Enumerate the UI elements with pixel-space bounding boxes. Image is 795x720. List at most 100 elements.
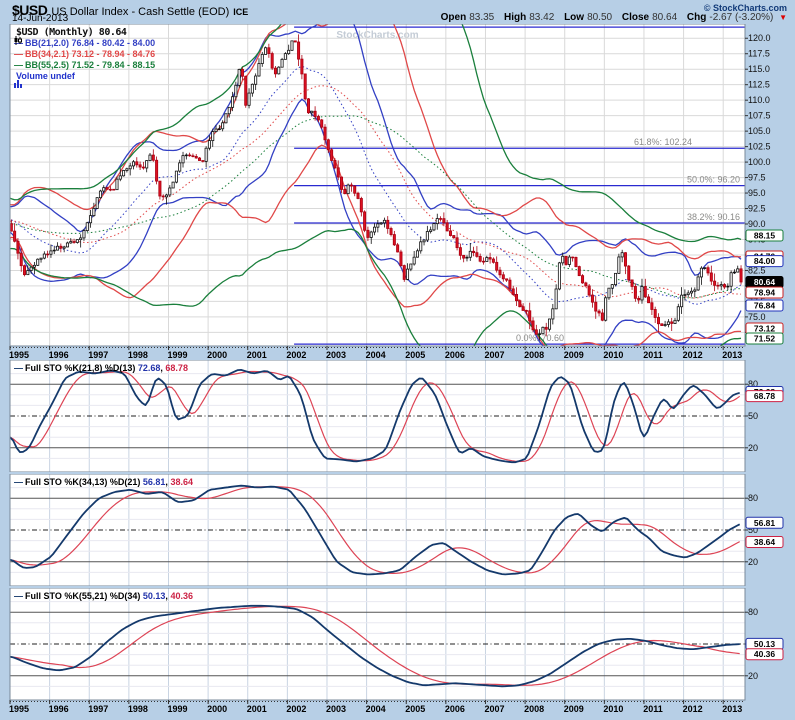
- year-label: 1996: [49, 350, 69, 360]
- price-badge: 78.94: [746, 287, 783, 298]
- price-tick-label: 110.0: [748, 95, 770, 105]
- svg-text:84.00: 84.00: [754, 256, 776, 266]
- year-label: 1999: [167, 350, 187, 360]
- svg-text:76.84: 76.84: [754, 301, 776, 311]
- svg-text:88.15: 88.15: [754, 230, 776, 240]
- svg-text:56.81: 56.81: [754, 518, 776, 528]
- year-label: 1997: [88, 350, 108, 360]
- chart-date: 14-Jun-2013: [12, 13, 68, 24]
- year-label: 2005: [405, 350, 425, 360]
- stoch3-swatch: —: [14, 591, 23, 601]
- stoch2-k-value: 56.81: [143, 477, 166, 487]
- year-label: 1996: [49, 704, 69, 714]
- svg-text:73.12: 73.12: [754, 324, 776, 334]
- price-tick-label: 105.0: [748, 126, 771, 136]
- year-label: 1995: [9, 704, 29, 714]
- price-badge: 56.81: [746, 517, 783, 528]
- price-badge: 73.12: [746, 323, 783, 334]
- year-label: 2003: [326, 704, 346, 714]
- open-label: Open: [441, 12, 467, 23]
- stoch3-legend: —Full STO %K(55,21) %D(34) 50.13, 40.36: [14, 591, 193, 602]
- stoch2-chart-canvas: 20508056.8138.64: [0, 474, 795, 586]
- year-label: 2009: [564, 704, 584, 714]
- year-label: 1998: [128, 350, 148, 360]
- bb55-swatch: —: [14, 60, 23, 70]
- stoch1-k-value: 72.68: [138, 363, 161, 373]
- price-tick-label: 117.5: [748, 49, 770, 59]
- stoch-tick-label: 80: [748, 607, 758, 617]
- price-tick-label: 120.0: [748, 33, 771, 43]
- year-label: 2010: [603, 350, 623, 360]
- svg-text:50.13: 50.13: [754, 639, 776, 649]
- price-tick-label: 100.0: [748, 157, 771, 167]
- year-label: 2001: [247, 350, 267, 360]
- year-label: 2011: [643, 350, 663, 360]
- low-value: 80.50: [587, 12, 612, 23]
- year-label: 2007: [484, 704, 504, 714]
- year-label: 2011: [643, 704, 663, 714]
- price-tick-label: 107.5: [748, 111, 771, 121]
- svg-text:38.64: 38.64: [754, 537, 776, 547]
- year-label: 2003: [326, 350, 346, 360]
- price-badge: 50.13: [746, 638, 783, 649]
- price-badge: 40.36: [746, 649, 783, 660]
- exchange-label: ICE: [233, 7, 248, 17]
- year-label: 2004: [366, 704, 386, 714]
- year-label: 2000: [207, 350, 227, 360]
- bb34-swatch: —: [14, 49, 23, 59]
- stoch-tick-label: 80: [748, 493, 758, 503]
- stoch3-k-value: 50.13: [143, 591, 166, 601]
- volume-legend: Volume undef: [14, 71, 155, 82]
- price-badge: 68.78: [746, 391, 783, 402]
- fib-label: 50.0%: 96.20: [687, 175, 740, 185]
- price-badge: 88.15: [746, 230, 783, 241]
- price-tick-label: 97.5: [748, 173, 766, 183]
- price-tick-label: 112.5: [748, 80, 770, 90]
- stoch3-d-value: 40.36: [170, 591, 193, 601]
- year-label: 2012: [683, 350, 703, 360]
- high-label: High: [504, 12, 526, 23]
- stoch-tick-label: 50: [748, 411, 758, 421]
- stoch-tick-label: 20: [748, 671, 758, 681]
- svg-text:80.64: 80.64: [754, 277, 776, 287]
- stockcharts-page: $USDUS Dollar Index - Cash Settle (EOD)I…: [0, 0, 795, 720]
- year-label: 2000: [207, 704, 227, 714]
- year-label: 2013: [722, 704, 742, 714]
- low-label: Low: [564, 12, 584, 23]
- price-tick-label: 90.0: [748, 219, 766, 229]
- price-legend-title: $USD (Monthly) 80.64: [14, 27, 155, 38]
- change-down-icon: ▼: [779, 13, 787, 22]
- price-tick-label: 102.5: [748, 142, 771, 152]
- chg-value: -2.67 (-3.20%): [709, 12, 773, 23]
- fib-label: 38.2%: 90.16: [687, 212, 740, 222]
- price-tick-label: 115.0: [748, 64, 770, 74]
- bb34-legend: —BB(34,2.1) 73.12 - 78.94 - 84.76: [14, 49, 155, 60]
- year-label: 2009: [564, 350, 584, 360]
- price-tick-label: 75.0: [748, 312, 766, 322]
- year-label: 1999: [167, 704, 187, 714]
- year-label: 2008: [524, 704, 544, 714]
- price-badge: 84.00: [746, 256, 783, 267]
- stoch-tick-label: 20: [748, 557, 758, 567]
- open-value: 83.35: [469, 12, 494, 23]
- price-legend: $USD (Monthly) 80.64 —BB(21,2.0) 76.84 -…: [14, 27, 155, 82]
- year-label: 2002: [286, 704, 306, 714]
- year-label: 2013: [722, 350, 742, 360]
- svg-text:71.52: 71.52: [754, 333, 776, 343]
- year-label: 2012: [683, 704, 703, 714]
- price-badge: 80.64: [746, 276, 783, 287]
- year-label: 2002: [286, 350, 306, 360]
- year-label: 2006: [445, 704, 465, 714]
- year-label: 2006: [445, 350, 465, 360]
- price-badge: 71.52: [746, 333, 783, 344]
- stoch1-d-value: 68.78: [165, 363, 188, 373]
- bb55-legend: —BB(55,2.5) 71.52 - 79.84 - 88.15: [14, 60, 155, 71]
- year-label: 2004: [366, 350, 386, 360]
- year-label: 1995: [9, 350, 29, 360]
- close-value: 80.64: [652, 12, 677, 23]
- chg-label: Chg: [687, 12, 706, 23]
- stoch1-chart-canvas: 20508072.6868.78: [0, 360, 795, 472]
- svg-text:68.78: 68.78: [754, 391, 776, 401]
- price-tick-label: 95.0: [748, 188, 766, 198]
- close-label: Close: [622, 12, 649, 23]
